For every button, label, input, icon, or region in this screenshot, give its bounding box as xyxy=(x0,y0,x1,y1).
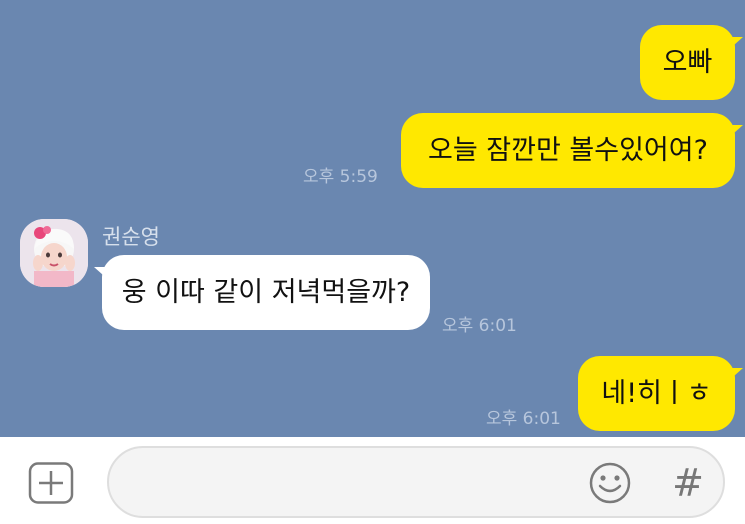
avatar-image xyxy=(20,219,88,287)
message-text: 네!히ㅣㅎ xyxy=(601,378,712,409)
bubble-tail xyxy=(725,125,743,141)
message-text: 오빠 xyxy=(662,47,713,78)
message-text: 웅 이따 같이 저녁먹을까? xyxy=(121,277,411,308)
emoji-button[interactable] xyxy=(588,461,632,505)
message-text: 오늘 잠깐만 볼수있어여? xyxy=(428,135,708,166)
avatar[interactable] xyxy=(20,219,88,287)
other-message-bubble[interactable]: 웅 이따 같이 저녁먹을까? xyxy=(94,255,430,330)
bubble-tail xyxy=(94,267,112,283)
smiley-icon xyxy=(589,462,631,504)
plus-square-icon xyxy=(28,462,74,504)
message-input[interactable] xyxy=(129,448,583,518)
message-input-field[interactable] xyxy=(107,446,725,518)
hashtag-icon: # xyxy=(672,461,704,505)
message-timestamp: 오후 5:59 xyxy=(303,167,378,187)
chat-area[interactable]: 오빠 오늘 잠깐만 볼수있어여? 오후 5:59 권순영 웅 이따 같이 저녁먹… xyxy=(0,0,745,437)
my-message-bubble[interactable]: 오빠 xyxy=(640,25,743,100)
attach-button[interactable] xyxy=(28,462,74,504)
hashtag-button[interactable]: # xyxy=(668,458,708,508)
my-message-bubble[interactable]: 오늘 잠깐만 볼수있어여? xyxy=(401,113,743,188)
my-message-bubble[interactable]: 네!히ㅣㅎ xyxy=(578,356,743,431)
bubble-tail xyxy=(725,37,743,53)
message-timestamp: 오후 6:01 xyxy=(486,409,561,429)
message-timestamp: 오후 6:01 xyxy=(442,316,517,336)
sender-name: 권순영 xyxy=(102,225,160,249)
bubble-tail xyxy=(725,368,743,384)
